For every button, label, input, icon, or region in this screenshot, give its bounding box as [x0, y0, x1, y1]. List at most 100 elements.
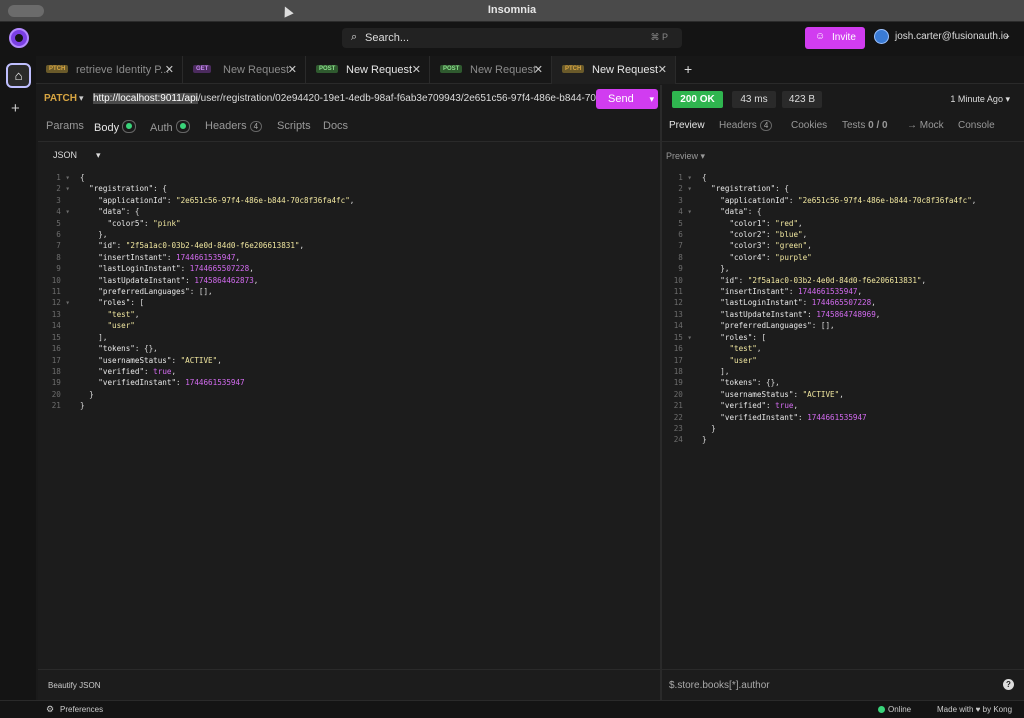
tab-console[interactable]: Console: [958, 120, 995, 131]
tab-new-request-patch[interactable]: PTCH New Request ✕: [552, 56, 676, 84]
code-token: : {},: [134, 344, 158, 354]
tab-scripts[interactable]: Scripts: [277, 120, 311, 132]
code-token: "usernameStatus": [720, 389, 794, 399]
response-headers-count: 4: [759, 120, 773, 131]
url-rest: /user/registration/02e94420-19e1-4edb-98…: [197, 93, 596, 104]
method-badge: PTCH: [46, 65, 69, 73]
line-number: 15: [51, 332, 70, 342]
code-line: "color3": "green",: [702, 240, 976, 251]
response-filter-input[interactable]: $.store.books[*].author: [669, 680, 770, 691]
line-number: 21: [673, 401, 692, 411]
request-json-code[interactable]: { "registration": { "applicationId": "2e…: [80, 172, 354, 412]
chevron-down-icon[interactable]: ▾: [79, 93, 84, 104]
line-number: 1 ▾: [678, 173, 692, 182]
chevron-down-icon: ▾: [700, 151, 706, 161]
line-number: 21: [51, 401, 70, 411]
line-number: 17: [673, 355, 692, 365]
close-icon[interactable]: ✕: [412, 63, 421, 76]
gear-icon[interactable]: ⚙: [46, 704, 54, 715]
url-input[interactable]: http://localhost:9011/api/user/registrat…: [93, 93, 596, 104]
close-icon[interactable]: ✕: [658, 63, 667, 76]
code-line: },: [80, 229, 354, 240]
invite-button[interactable]: ☺ Invite: [805, 27, 865, 49]
method-select[interactable]: PATCH: [44, 93, 77, 104]
help-icon[interactable]: ?: [1003, 679, 1014, 690]
chevron-down-icon[interactable]: ▾: [96, 150, 101, 161]
tab-new-request-post-1[interactable]: POST New Request ✕: [306, 56, 430, 84]
close-icon[interactable]: ✕: [288, 63, 297, 76]
tab-cookies[interactable]: Cookies: [791, 120, 827, 131]
tab-headers[interactable]: Headers 4: [205, 120, 263, 132]
top-bar: ⌕ Search... ⌘ P ☺ Invite josh.carter@fus…: [0, 22, 1024, 56]
code-token: : {},: [756, 378, 780, 388]
body-type-select[interactable]: JSON: [53, 150, 77, 160]
tab-retrieve-identity[interactable]: PTCH retrieve Identity P... ✕: [36, 56, 183, 84]
line-number: 8: [56, 252, 70, 262]
code-token: : [: [752, 332, 767, 342]
code-token: "test": [729, 344, 757, 354]
tab-new-request-post-2[interactable]: POST New Request ✕: [430, 56, 552, 84]
code-token: "green": [775, 241, 808, 251]
beautify-json-button[interactable]: Beautify JSON: [48, 681, 100, 690]
chevron-down-icon[interactable]: ▾: [649, 94, 654, 105]
code-token: ,: [253, 275, 259, 285]
code-line: "preferredLanguages": [],: [80, 286, 354, 297]
home-button[interactable]: ⌂: [6, 63, 31, 88]
code-token: :: [793, 389, 803, 399]
code-line: "registration": {: [702, 183, 976, 194]
code-token: :: [766, 218, 776, 228]
code-token: "purple": [775, 252, 812, 262]
code-token: "color1": [729, 218, 767, 228]
search-bar[interactable]: ⌕ Search... ⌘ P: [342, 28, 682, 48]
code-token: 1745864462873: [194, 275, 254, 285]
tab-body[interactable]: Body: [94, 120, 137, 134]
code-line: "registration": {: [80, 183, 354, 194]
close-icon[interactable]: ✕: [165, 63, 174, 76]
code-token: "lastLoginInstant": [98, 264, 181, 274]
response-history[interactable]: 1 Minute Ago ▾: [950, 94, 1010, 105]
code-token: "roles": [720, 332, 753, 342]
made-with-kong[interactable]: Made with ♥ by Kong: [937, 705, 1012, 714]
code-token: :: [798, 412, 808, 422]
preview-mode-select[interactable]: Preview ▾: [666, 151, 705, 162]
line-number: 10: [51, 275, 70, 285]
line-number: 1 ▾: [56, 173, 70, 182]
tab-mock[interactable]: → Mock: [907, 120, 944, 131]
preferences-button[interactable]: Preferences: [60, 705, 103, 714]
tab-auth[interactable]: Auth: [150, 120, 190, 134]
code-token: 1744661535947: [185, 378, 245, 388]
add-tab-button[interactable]: +: [684, 61, 692, 77]
tab-docs[interactable]: Docs: [323, 120, 348, 132]
tab-label: New Request: [346, 64, 413, 76]
request-tabs: PTCH retrieve Identity P... ✕ GET New Re…: [36, 56, 1024, 84]
tab-response-headers[interactable]: Headers 4: [719, 120, 773, 131]
close-icon[interactable]: ✕: [534, 63, 543, 76]
insomnia-logo-icon[interactable]: [9, 28, 29, 48]
send-button[interactable]: Send ▾: [596, 89, 658, 109]
code-token: "preferredLanguages": [98, 287, 190, 297]
line-number: 20: [673, 389, 692, 399]
tab-tests[interactable]: Tests 0 / 0: [842, 120, 888, 131]
code-token: "color4": [729, 252, 767, 262]
code-token: "user": [107, 321, 135, 331]
code-token: "ACTIVE": [802, 389, 840, 399]
new-project-button[interactable]: +: [11, 100, 20, 117]
response-preview[interactable]: Preview ▾ 1 ▾ 2 ▾ 3 4 ▾ 5 6 7 8 9 10 11 12 …: [662, 141, 1024, 669]
request-body-editor[interactable]: JSON ▾ 1 ▾ 2 ▾ 3 4 ▾ 5 6 7 8 9 10 11 12 ▾ 13…: [38, 141, 660, 669]
code-line: "data": {: [702, 206, 976, 217]
window-titlebar: Insomnia: [0, 0, 1024, 22]
tab-preview[interactable]: Preview: [669, 120, 705, 131]
code-token: : {: [125, 207, 140, 217]
tab-params[interactable]: Params: [46, 120, 84, 132]
line-number: 14: [51, 321, 70, 331]
code-token: "registration": [89, 184, 154, 194]
code-token: "ACTIVE": [180, 355, 218, 365]
code-line: }: [80, 400, 354, 411]
tab-new-request-get[interactable]: GET New Request ✕: [183, 56, 306, 84]
online-status-icon: [878, 706, 885, 713]
